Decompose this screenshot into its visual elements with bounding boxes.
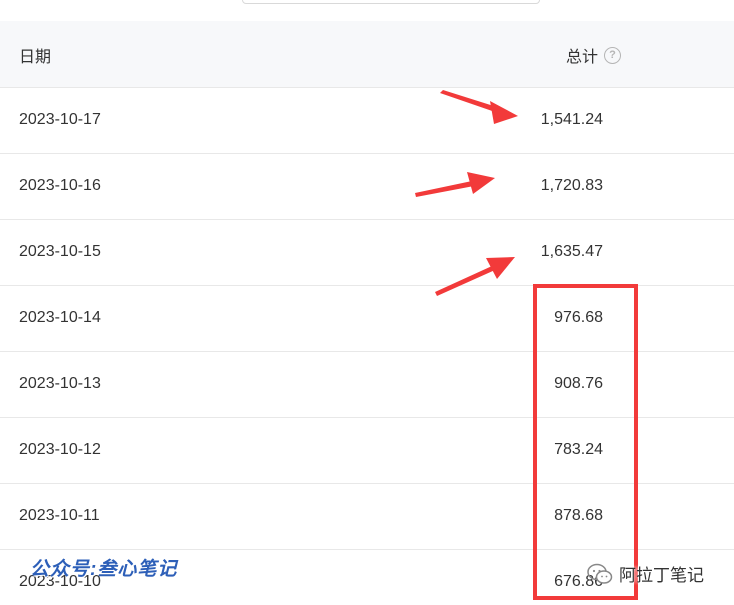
watermark-right-label: 阿拉丁笔记	[619, 566, 704, 585]
watermark-left: 公众号:叁心笔记	[30, 559, 178, 580]
highlight-box	[533, 284, 638, 600]
column-header-total[interactable]: 总计 ?	[566, 43, 622, 67]
watermark-right: 阿拉丁笔记	[587, 561, 704, 586]
table-row: 2023-10-16 1,720.83	[0, 154, 734, 220]
row-total: 1,635.47	[540, 243, 603, 260]
column-header-date[interactable]: 日期	[19, 43, 51, 67]
table-header: 日期 总计 ?	[0, 21, 734, 88]
row-date: 2023-10-14	[19, 309, 101, 326]
page: 日期 总计 ? 2023-10-17 1,541.24 2023-10-16 1…	[0, 0, 734, 605]
table-row: 2023-10-17 1,541.24	[0, 88, 734, 154]
top-search-input[interactable]	[242, 0, 540, 4]
row-date: 2023-10-12	[19, 441, 101, 458]
row-date: 2023-10-17	[19, 111, 101, 128]
row-date: 2023-10-13	[19, 375, 101, 392]
row-date: 2023-10-15	[19, 243, 101, 260]
row-total: 1,541.24	[540, 111, 603, 128]
row-date: 2023-10-16	[19, 177, 101, 194]
table-row: 2023-10-15 1,635.47	[0, 220, 734, 286]
column-header-total-label: 总计	[566, 49, 599, 66]
help-icon[interactable]: ?	[604, 46, 622, 64]
wechat-icon	[587, 563, 613, 584]
row-date: 2023-10-11	[19, 507, 100, 524]
row-total: 1,720.83	[540, 177, 603, 194]
